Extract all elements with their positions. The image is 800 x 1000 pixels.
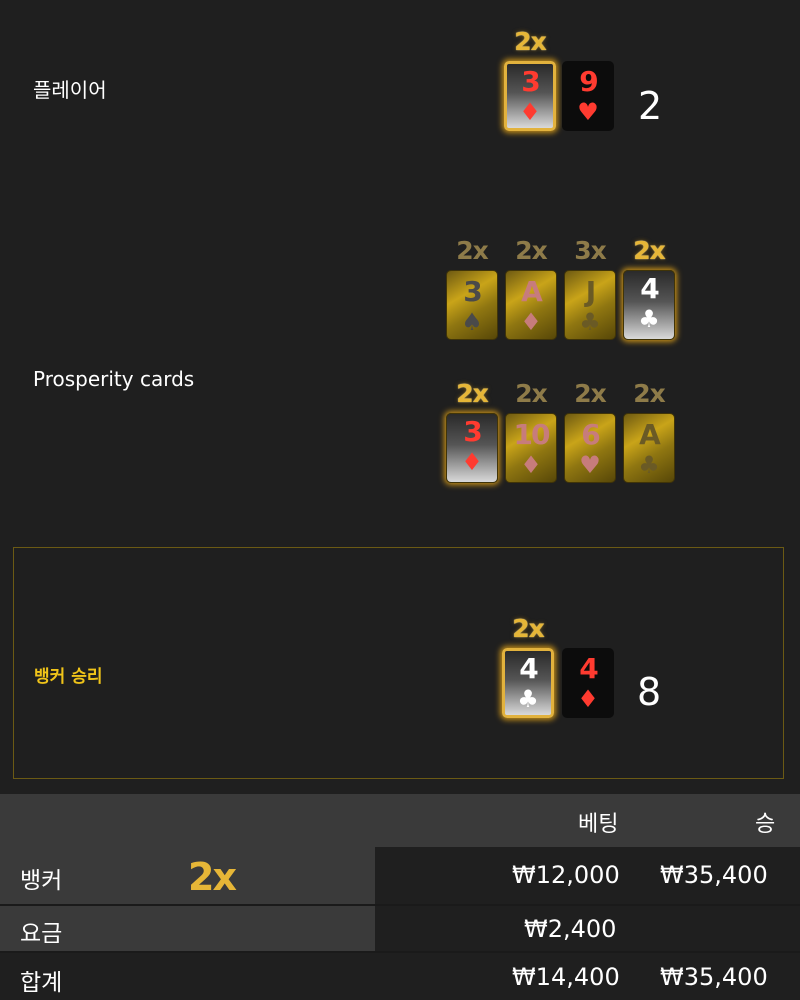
card-rank: 9 <box>579 65 598 98</box>
player-card-1: 2x 3 ♦ <box>504 27 556 131</box>
row-multiplier: 2x <box>188 855 237 899</box>
multiplier-badge: 2x <box>456 236 489 265</box>
diamond-suit-icon: ♦ <box>520 451 542 479</box>
banker-label: 뱅커 승리 <box>34 667 103 687</box>
row-bet: ₩12,000 <box>512 861 620 889</box>
banker-card-1: 2x 4 ♣ <box>502 614 554 718</box>
player-card-2: 9 ♥ <box>562 61 614 131</box>
card-rank: 4 <box>519 652 538 685</box>
spade-suit-icon: ♠ <box>461 308 483 336</box>
banker-winner-panel <box>13 547 784 779</box>
row-bet: ₩14,400 <box>512 963 620 991</box>
multiplier-badge: 2x <box>574 379 607 408</box>
row-bet: ₩2,400 <box>524 915 617 943</box>
multiplier-badge: 2x <box>633 236 666 265</box>
card-rank: 6 <box>581 418 600 451</box>
heart-suit-icon: ♥ <box>577 98 599 126</box>
diamond-suit-icon: ♦ <box>519 98 541 126</box>
club-suit-icon: ♣ <box>579 308 601 336</box>
row-name: 요금 <box>20 921 63 947</box>
multiplier-badge: 3x <box>574 236 607 265</box>
card-rank: A <box>521 275 543 308</box>
row-name: 합계 <box>20 970 63 996</box>
prosperity-card-r1-2: 2x A ♦ <box>505 236 557 340</box>
card-rank: 4 <box>640 272 659 305</box>
prosperity-card-r2-2: 2x 10 ♦ <box>505 379 557 483</box>
prosperity-card-r1-1: 2x 3 ♠ <box>446 236 498 340</box>
card-rank: 4 <box>579 652 598 685</box>
club-suit-icon: ♣ <box>638 451 660 479</box>
row-name: 뱅커 <box>20 868 63 894</box>
prosperity-card-r2-3: 2x 6 ♥ <box>564 379 616 483</box>
diamond-suit-icon: ♦ <box>461 448 483 476</box>
card-rank: A <box>639 418 661 451</box>
multiplier-badge: 2x <box>512 614 545 643</box>
player-label: 플레이어 <box>33 78 107 102</box>
card-rank: 3 <box>463 275 482 308</box>
prosperity-card-r2-4: 2x A ♣ <box>623 379 675 483</box>
table-row: 요금 ₩2,400 <box>0 906 800 951</box>
header-bet: 베팅 <box>578 812 619 837</box>
row-win: ₩35,400 <box>660 963 768 991</box>
multiplier-badge: 2x <box>456 379 489 408</box>
player-score: 2 <box>638 84 663 128</box>
club-suit-icon: ♣ <box>517 685 539 713</box>
card-rank: 10 <box>513 418 551 451</box>
diamond-suit-icon: ♦ <box>577 685 599 713</box>
row-win: ₩35,400 <box>660 861 768 889</box>
club-suit-icon: ♣ <box>638 305 660 333</box>
prosperity-card-r2-1: 2x 3 ♦ <box>446 379 498 483</box>
multiplier-badge: 2x <box>515 236 548 265</box>
table-row: 합계 ₩14,400 ₩35,400 <box>0 953 800 1000</box>
table-row: 뱅커 2x ₩12,000 ₩35,400 <box>0 847 800 904</box>
card-rank: 3 <box>463 415 482 448</box>
banker-score: 8 <box>637 670 662 714</box>
heart-suit-icon: ♥ <box>579 451 601 479</box>
prosperity-label: Prosperity cards <box>33 367 195 391</box>
card-rank: 3 <box>521 65 540 98</box>
multiplier-badge: 2x <box>633 379 666 408</box>
header-win: 승 <box>755 812 776 837</box>
banker-card-2: 4 ♦ <box>562 648 614 718</box>
table-header: 베팅 승 <box>0 794 800 847</box>
diamond-suit-icon: ♦ <box>520 308 542 336</box>
multiplier-badge: 2x <box>514 27 547 56</box>
card-rank: J <box>585 275 596 308</box>
prosperity-card-r1-3: 3x J ♣ <box>564 236 616 340</box>
bet-summary-table: 베팅 승 뱅커 2x ₩12,000 ₩35,400 요금 ₩2,400 합계 … <box>0 794 800 1000</box>
prosperity-card-r1-4: 2x 4 ♣ <box>623 236 675 340</box>
multiplier-badge: 2x <box>515 379 548 408</box>
